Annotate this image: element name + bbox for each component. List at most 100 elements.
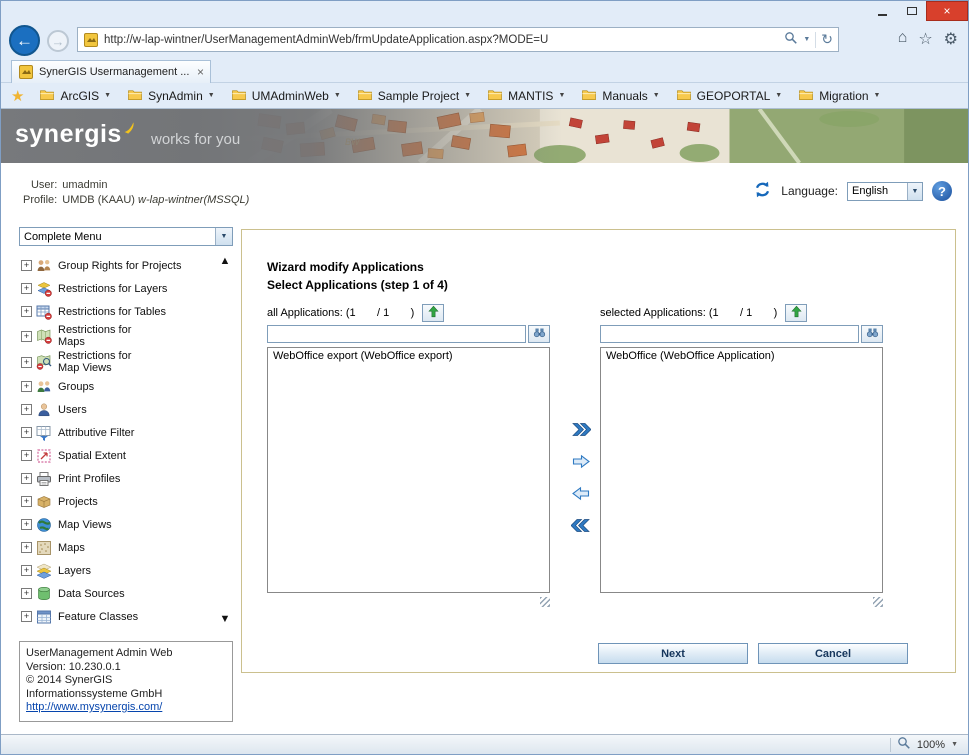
favorites-star-icon[interactable]: ☆ xyxy=(918,29,932,49)
language-select[interactable]: English ▼ xyxy=(847,181,923,201)
chevron-down-icon[interactable]: ▼ xyxy=(215,228,232,245)
settings-gear-icon[interactable]: ⚙ xyxy=(944,29,958,49)
close-icon: × xyxy=(943,4,951,18)
expand-icon[interactable]: + xyxy=(21,473,32,484)
tree-item[interactable]: + Layers xyxy=(19,559,216,582)
address-dropdown-icon[interactable]: ▼ xyxy=(803,36,810,43)
selected-applications-search-input[interactable] xyxy=(600,325,859,343)
expand-icon[interactable]: + xyxy=(21,356,32,368)
move-all-left-button[interactable] xyxy=(569,516,593,537)
expand-icon[interactable]: + xyxy=(21,542,32,553)
wizard-panel: Wizard modify Applications Select Applic… xyxy=(241,229,956,673)
tree-item[interactable]: + Restrictions for Map Views xyxy=(19,349,216,375)
expand-icon[interactable]: + xyxy=(21,260,32,271)
expand-icon[interactable]: + xyxy=(21,427,32,438)
user-value: umadmin xyxy=(62,179,108,191)
tree-scrollbar[interactable]: ▲ ▼ xyxy=(217,253,233,629)
scroll-up-icon[interactable]: ▲ xyxy=(220,255,231,267)
zoom-level[interactable]: 100% xyxy=(917,739,945,751)
tree-item[interactable]: + Spatial Extent xyxy=(19,444,216,467)
selected-applications-column: selected Applications: (1 / 1 ) WebOffic… xyxy=(600,304,883,607)
menu-selector[interactable]: Complete Menu ▼ xyxy=(19,227,233,246)
tab-synergis-usermanagement[interactable]: SynerGIS Usermanagement ... × xyxy=(11,60,211,83)
expand-icon[interactable]: + xyxy=(21,565,32,576)
move-right-button[interactable] xyxy=(569,452,593,473)
tree-item[interactable]: + Projects xyxy=(19,490,216,513)
tree-item[interactable]: + Users xyxy=(19,398,216,421)
all-applications-search-button[interactable] xyxy=(528,325,550,343)
move-all-right-button[interactable] xyxy=(569,420,593,441)
all-list-arrow-button[interactable] xyxy=(422,304,445,322)
binoculars-icon xyxy=(866,326,879,342)
cancel-button[interactable]: Cancel xyxy=(758,643,908,664)
expand-icon[interactable]: + xyxy=(21,450,32,461)
green-up-arrow-icon xyxy=(427,305,440,321)
expand-icon[interactable]: + xyxy=(21,330,32,342)
tree-item[interactable]: + Group Rights for Projects xyxy=(19,254,216,277)
url-text[interactable]: http://w-lap-wintner/UserManagementAdmin… xyxy=(104,34,779,46)
next-button[interactable]: Next xyxy=(598,643,748,664)
favorites-item[interactable]: GEOPORTAL ▼ xyxy=(669,86,790,106)
expand-icon[interactable]: + xyxy=(21,588,32,599)
tree-item[interactable]: + Maps xyxy=(19,536,216,559)
favorites-item[interactable]: Migration ▼ xyxy=(791,86,887,106)
tree-item[interactable]: + Feature Classes xyxy=(19,605,216,628)
sync-icon[interactable] xyxy=(753,180,772,202)
expand-icon[interactable]: + xyxy=(21,381,32,392)
favorites-item[interactable]: ArcGIS ▼ xyxy=(32,86,118,106)
expand-icon[interactable]: + xyxy=(21,496,32,507)
chevron-down-icon[interactable]: ▼ xyxy=(951,741,958,748)
selected-applications-search-button[interactable] xyxy=(861,325,883,343)
expand-icon[interactable]: + xyxy=(21,404,32,415)
tree-item[interactable]: + Groups xyxy=(19,375,216,398)
minimize-button[interactable] xyxy=(868,1,897,21)
favorites-item[interactable]: MANTIS ▼ xyxy=(480,86,572,106)
tree-item[interactable]: + Map Views xyxy=(19,513,216,536)
maximize-button[interactable] xyxy=(897,1,926,21)
about-link[interactable]: http://www.mysynergis.com/ xyxy=(26,701,162,715)
resize-grip[interactable] xyxy=(540,597,550,607)
about-line: Informationssysteme GmbH xyxy=(26,687,163,700)
refresh-icon[interactable]: ↻ xyxy=(821,31,833,48)
tree-item[interactable]: + Restrictions for Maps xyxy=(19,323,216,349)
folder-icon xyxy=(676,88,692,104)
move-left-button[interactable] xyxy=(569,484,593,505)
all-applications-search-input[interactable] xyxy=(267,325,526,343)
all-applications-listbox[interactable]: WebOffice export (WebOffice export) xyxy=(267,347,550,593)
add-favorite-star-icon[interactable]: ★ xyxy=(11,87,24,105)
tab-close-icon[interactable]: × xyxy=(197,65,204,79)
users-icon xyxy=(36,402,54,418)
list-item[interactable]: WebOffice (WebOffice Application) xyxy=(601,348,882,364)
favorites-item[interactable]: SynAdmin ▼ xyxy=(120,86,222,106)
address-bar[interactable]: http://w-lap-wintner/UserManagementAdmin… xyxy=(77,27,839,52)
selected-applications-listbox[interactable]: WebOffice (WebOffice Application) xyxy=(600,347,883,593)
wizard-subtitle: Select Applications (step 1 of 4) xyxy=(267,278,448,292)
selected-list-arrow-button[interactable] xyxy=(785,304,808,322)
search-icon[interactable] xyxy=(784,31,798,48)
forward-button[interactable]: → xyxy=(47,30,69,52)
help-button[interactable]: ? xyxy=(932,181,952,201)
scroll-down-icon[interactable]: ▼ xyxy=(220,613,231,625)
favorites-item[interactable]: Sample Project ▼ xyxy=(350,86,478,106)
expand-icon[interactable]: + xyxy=(21,283,32,294)
close-button[interactable]: × xyxy=(926,1,968,21)
minimize-icon xyxy=(878,13,887,16)
tree-item[interactable]: + Data Sources xyxy=(19,582,216,605)
tree-item[interactable]: + Restrictions for Tables xyxy=(19,300,216,323)
home-icon[interactable]: ⌂ xyxy=(898,29,908,49)
resize-grip[interactable] xyxy=(873,597,883,607)
expand-icon[interactable]: + xyxy=(21,519,32,530)
chevron-down-icon: ▼ xyxy=(207,92,215,99)
expand-icon[interactable]: + xyxy=(21,611,32,622)
favorites-item[interactable]: UMAdminWeb ▼ xyxy=(224,86,348,106)
list-item[interactable]: WebOffice export (WebOffice export) xyxy=(268,348,549,364)
tree-item[interactable]: + Print Profiles xyxy=(19,467,216,490)
zoom-icon[interactable] xyxy=(897,736,911,753)
tree-item[interactable]: + Attributive Filter xyxy=(19,421,216,444)
back-button[interactable]: ← xyxy=(9,25,40,56)
expand-icon[interactable]: + xyxy=(21,306,32,317)
sidebar-tree: + Group Rights for Projects + Restrictio… xyxy=(19,254,216,629)
favorites-item[interactable]: Manuals ▼ xyxy=(574,86,666,106)
tree-item-label: Restrictions for Maps xyxy=(58,324,132,348)
tree-item[interactable]: + Restrictions for Layers xyxy=(19,277,216,300)
